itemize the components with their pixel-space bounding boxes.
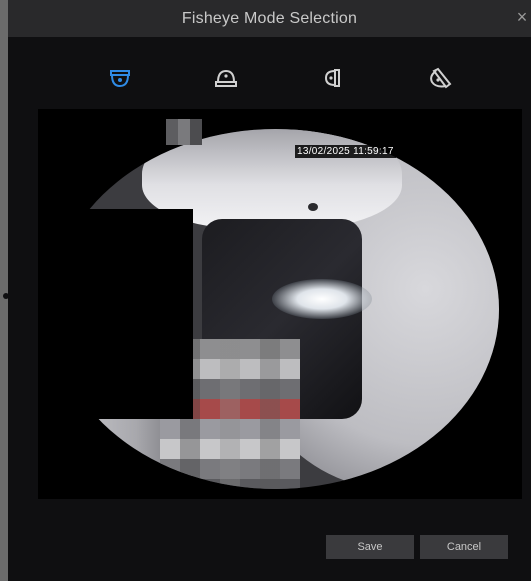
angled-mount-mode-button[interactable] — [426, 64, 454, 92]
ceiling-mount-mode-button[interactable] — [106, 64, 134, 92]
close-icon[interactable]: × — [515, 7, 529, 27]
light-glare — [272, 279, 372, 319]
osd-timestamp: 13/02/2025 11:59:17 — [295, 145, 396, 158]
dialog-title: Fisheye Mode Selection — [181, 9, 358, 27]
cancel-button[interactable]: Cancel — [420, 535, 508, 559]
pixelated-region-top — [166, 119, 202, 145]
dialog-titlebar: Fisheye Mode Selection × — [8, 0, 531, 37]
privacy-mask — [48, 209, 193, 419]
ceiling-mount-icon — [110, 70, 130, 88]
wall-mount-mode-button[interactable] — [319, 64, 347, 92]
ceiling-fixture — [308, 203, 318, 211]
save-button[interactable]: Save — [326, 535, 414, 559]
angled-mount-icon — [430, 67, 452, 89]
wall-mount-icon — [324, 69, 340, 87]
desktop-mount-mode-button[interactable] — [212, 64, 240, 92]
fisheye-preview: 13/02/2025 11:59:17 — [38, 109, 522, 499]
fisheye-mode-dialog: Fisheye Mode Selection × 13/02/2025 11:5… — [8, 0, 531, 581]
desktop-mount-icon — [215, 69, 237, 87]
